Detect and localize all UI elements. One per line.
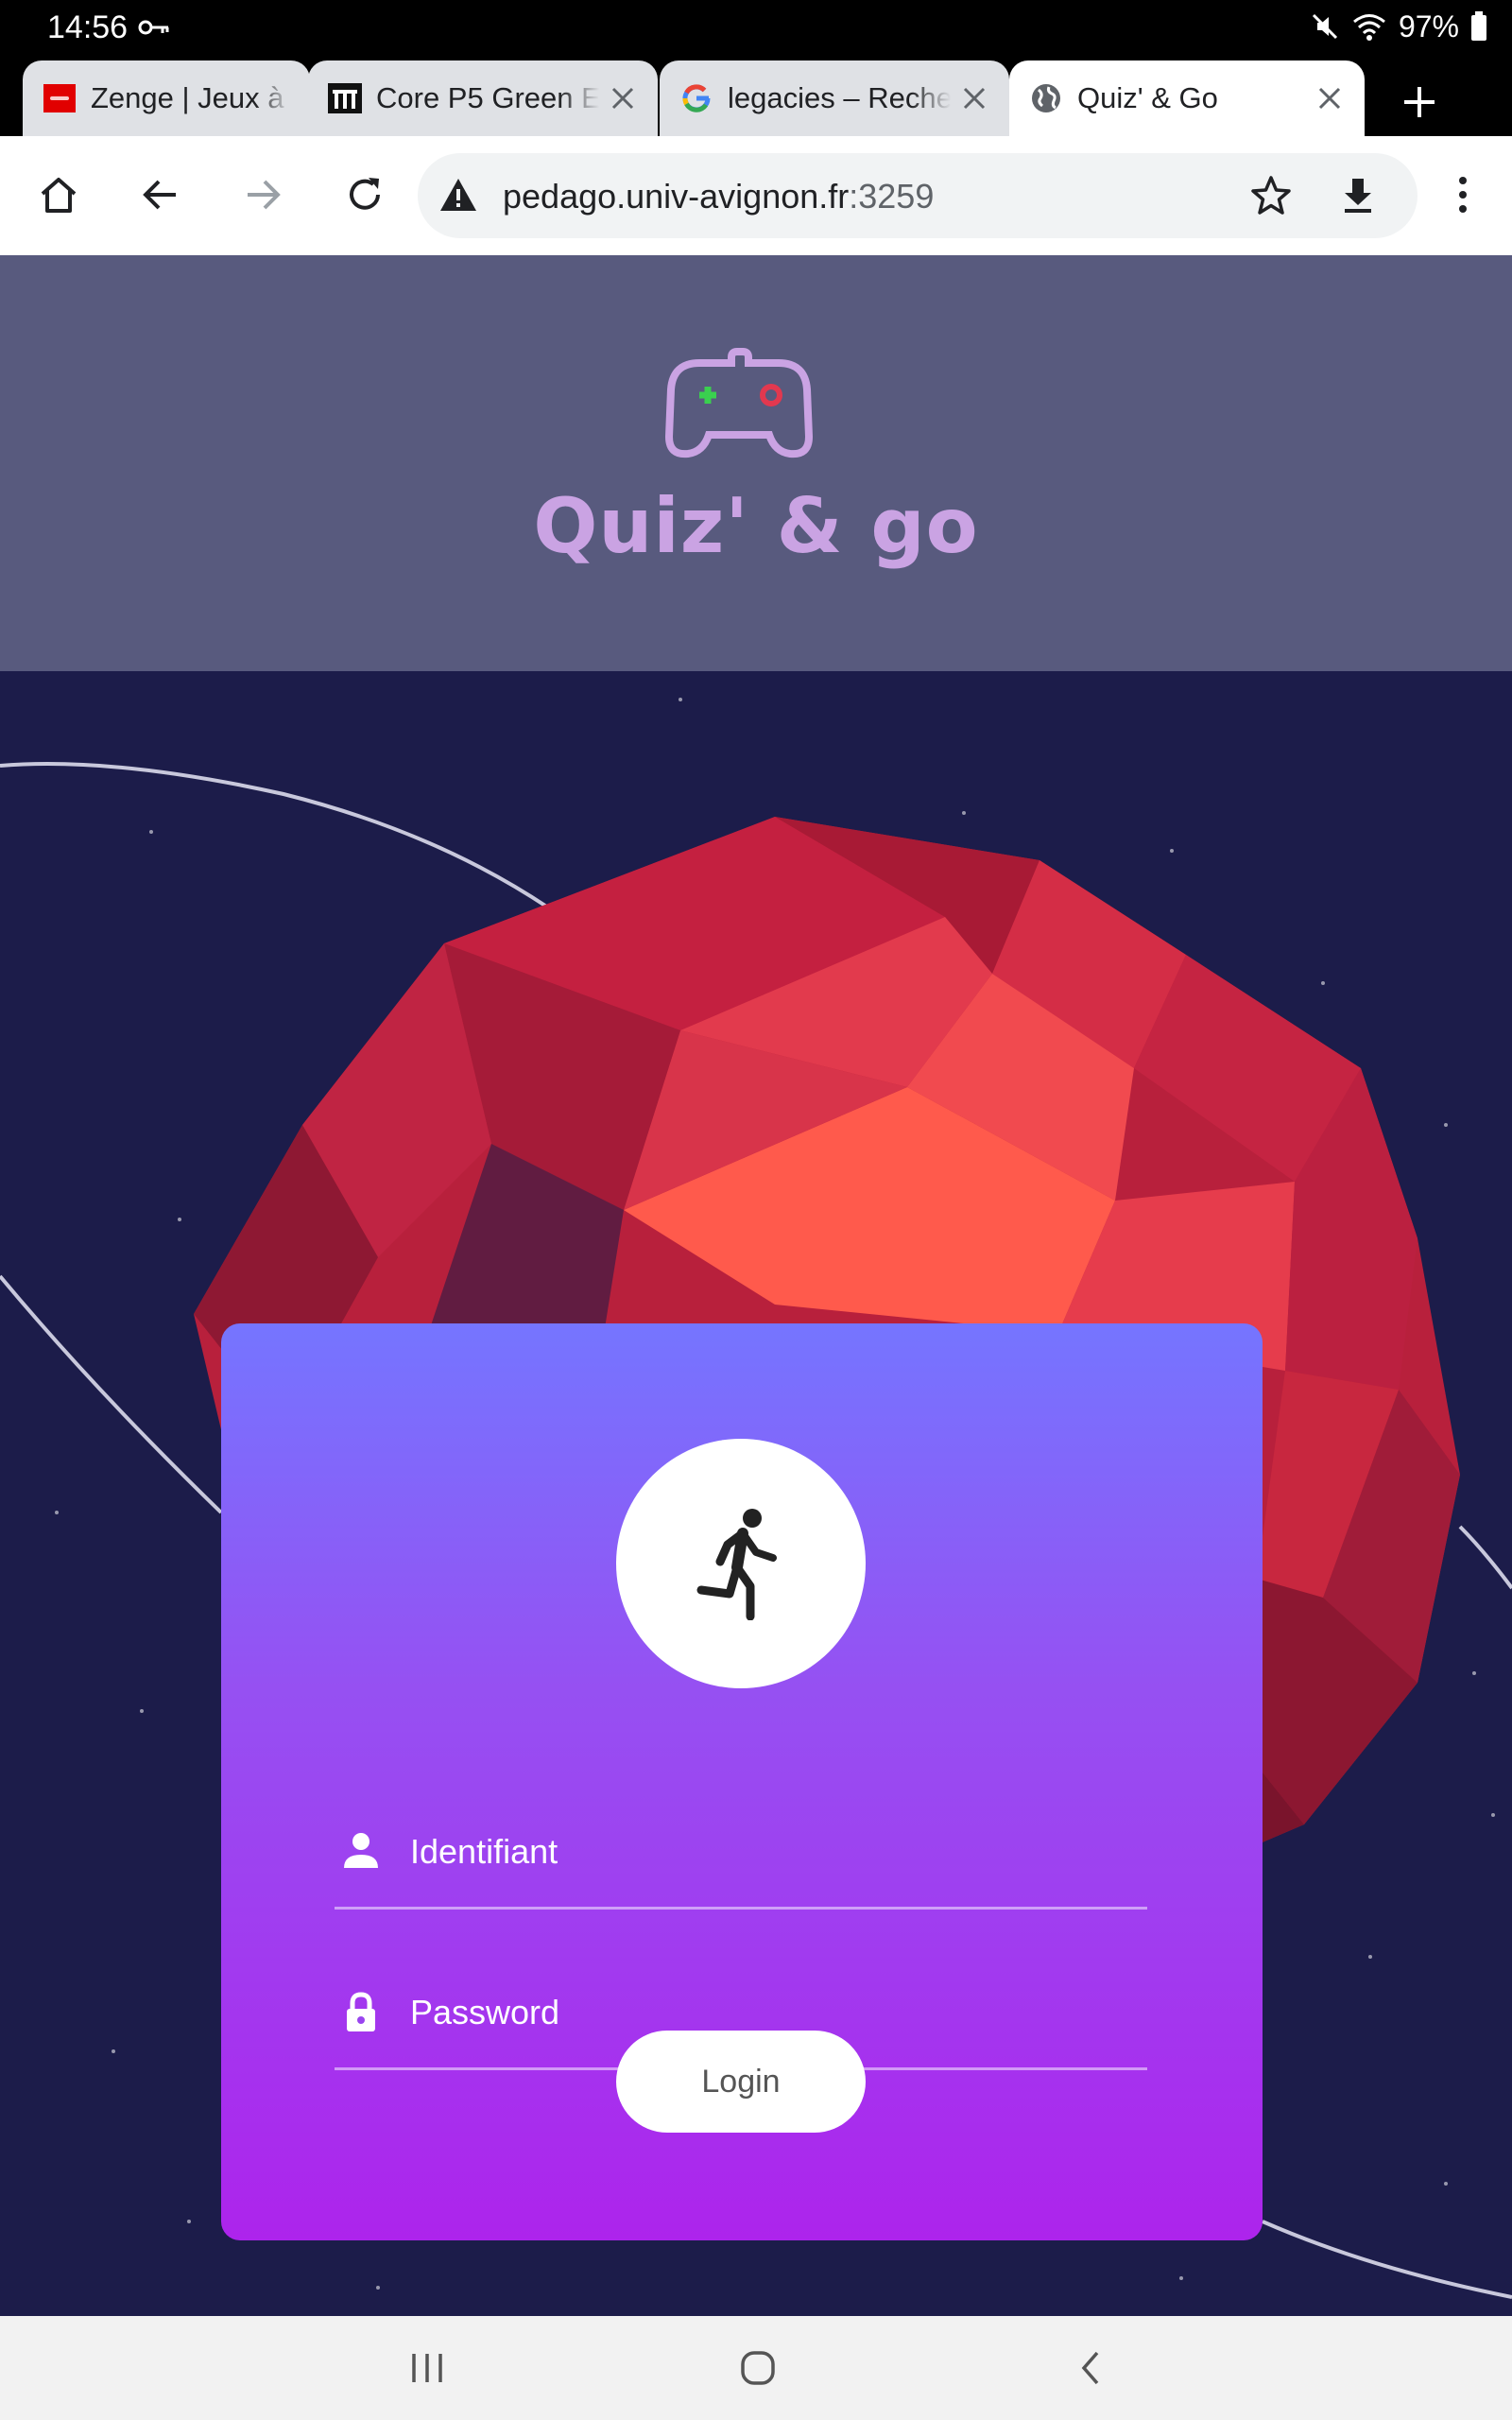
- gamepad-icon: [664, 348, 814, 458]
- new-tab-button[interactable]: [1391, 74, 1448, 130]
- url-text[interactable]: pedago.univ-avignon.fr:3259: [503, 177, 934, 216]
- status-bar: 14:56 97%: [0, 0, 1512, 55]
- username-input[interactable]: [408, 1823, 1130, 1881]
- back-chevron-icon: [1081, 2351, 1099, 2385]
- url-port: :3259: [849, 177, 935, 216]
- tab-strip: Zenge | Jeux à Core P5 Green E legacies …: [0, 55, 1512, 136]
- plus-icon: [1404, 87, 1435, 117]
- status-icons: 97%: [1310, 8, 1487, 45]
- home-circle-icon: [741, 2351, 775, 2385]
- download-icon[interactable]: [1336, 174, 1380, 217]
- browser-toolbar: pedago.univ-avignon.fr:3259: [0, 136, 1512, 255]
- tab-title: Zenge | Jeux à: [91, 81, 284, 114]
- close-tab-icon[interactable]: [607, 82, 639, 114]
- url-host: pedago.univ-avignon.fr: [503, 177, 850, 216]
- recent-apps-button[interactable]: [399, 2340, 455, 2396]
- login-button[interactable]: Login: [616, 2031, 866, 2133]
- close-tab-icon[interactable]: [958, 82, 990, 114]
- key-icon: [138, 20, 169, 35]
- reload-icon: [350, 178, 380, 210]
- warning-icon[interactable]: [438, 176, 478, 214]
- tab-title: Core P5 Green E: [376, 81, 599, 114]
- battery-percentage: 97%: [1398, 9, 1459, 43]
- running-person-icon: [696, 1509, 777, 1620]
- tab-title: legacies – Recherche: [728, 81, 951, 114]
- username-underline: [335, 1907, 1147, 1910]
- globe-favicon: [1028, 80, 1064, 116]
- zenge-favicon: [42, 80, 77, 116]
- avatar: [616, 1439, 866, 1688]
- recent-apps-icon: [412, 2354, 442, 2382]
- logo-text: Quiz' & go: [533, 482, 979, 570]
- login-card: Login: [221, 1323, 1263, 2240]
- battery-icon: [1471, 11, 1486, 41]
- menu-icon: [1459, 177, 1467, 213]
- google-favicon: [679, 80, 714, 116]
- page-content: Quiz' & go Identifiant Login: [0, 255, 1512, 2316]
- tab-quiz-and-go[interactable]: Quiz' & Go: [1009, 60, 1365, 136]
- tab-core-p5[interactable]: Core P5 Green E: [308, 60, 658, 136]
- home-button[interactable]: [28, 164, 89, 225]
- address-bar[interactable]: pedago.univ-avignon.fr:3259: [418, 153, 1418, 238]
- user-icon: [344, 1833, 378, 1868]
- mute-icon: [1312, 13, 1338, 40]
- thermaltake-favicon: [327, 80, 363, 116]
- username-field: [335, 1806, 1147, 1910]
- star-icon[interactable]: [1249, 174, 1293, 217]
- system-nav-bar: [0, 2316, 1512, 2420]
- home-icon: [41, 178, 77, 213]
- status-time: 14:56: [47, 9, 129, 45]
- tab-title: Quiz' & Go: [1077, 81, 1218, 114]
- forward-icon: [248, 180, 281, 210]
- forward-button[interactable]: [232, 164, 293, 225]
- lock-icon: [347, 1992, 375, 2031]
- tab-zenge[interactable]: Zenge | Jeux à: [23, 60, 310, 136]
- reload-button[interactable]: [335, 164, 395, 225]
- home-nav-button[interactable]: [730, 2340, 786, 2396]
- close-tab-icon[interactable]: [1314, 82, 1346, 114]
- tab-google-search[interactable]: legacies – Recherche: [660, 60, 1009, 136]
- back-nav-button[interactable]: [1062, 2340, 1119, 2396]
- header-banner: Quiz' & go: [0, 255, 1512, 671]
- wifi-icon: [1353, 14, 1385, 41]
- menu-button[interactable]: [1433, 164, 1493, 225]
- back-button[interactable]: [130, 164, 191, 225]
- back-icon: [143, 180, 176, 210]
